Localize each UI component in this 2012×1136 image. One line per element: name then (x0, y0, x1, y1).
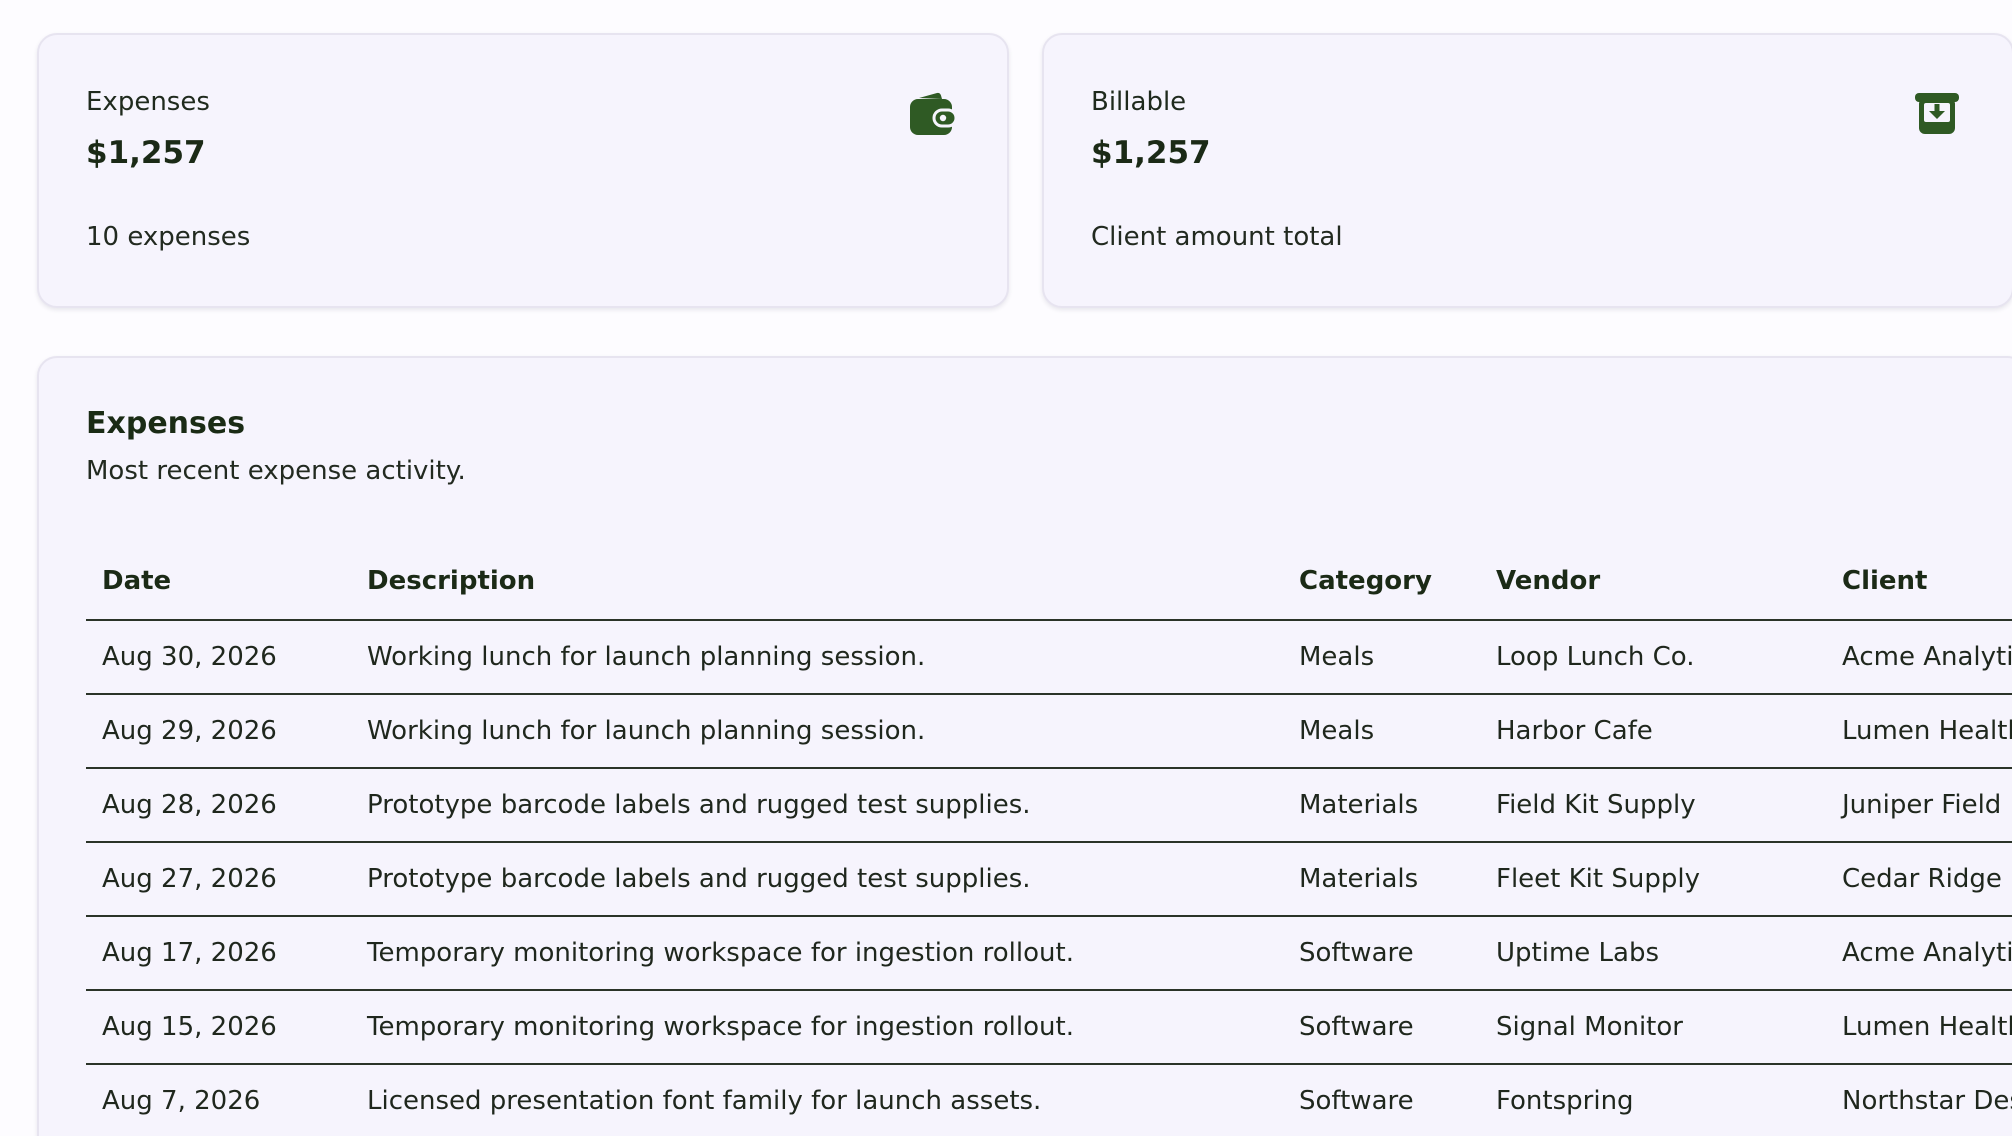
cell-vendor: Fontspring (1480, 1064, 1826, 1136)
table-row[interactable]: Aug 7, 2026 Licensed presentation font f… (86, 1064, 2012, 1136)
cell-description: Working lunch for launch planning sessio… (351, 694, 1283, 769)
cell-category: Software (1283, 1064, 1480, 1136)
table-row[interactable]: Aug 15, 2026 Temporary monitoring worksp… (86, 990, 2012, 1065)
cell-client: Northstar Des (1826, 1064, 2012, 1136)
cell-description: Temporary monitoring workspace for inges… (351, 916, 1283, 991)
cell-description: Temporary monitoring workspace for inges… (351, 990, 1283, 1065)
cell-category: Software (1283, 990, 1480, 1065)
expenses-section-title: Expenses (86, 406, 246, 441)
cell-client: Lumen Health (1826, 990, 2012, 1065)
expenses-summary-label: Expenses (86, 87, 210, 117)
billable-summary-value: $1,257 (1091, 135, 1211, 171)
table-row[interactable]: Aug 28, 2026 Prototype barcode labels an… (86, 768, 2012, 843)
cell-description: Prototype barcode labels and rugged test… (351, 768, 1283, 843)
cell-date: Aug 15, 2026 (86, 990, 351, 1065)
cell-description: Working lunch for launch planning sessio… (351, 620, 1283, 695)
cell-category: Materials (1283, 768, 1480, 843)
table-row[interactable]: Aug 17, 2026 Temporary monitoring worksp… (86, 916, 2012, 991)
cell-client: Acme Analyti (1826, 620, 2012, 695)
expenses-summary-count: 10 expenses (86, 222, 251, 252)
cell-description: Prototype barcode labels and rugged test… (351, 842, 1283, 917)
cell-client: Lumen Health (1826, 694, 2012, 769)
cell-vendor: Signal Monitor (1480, 990, 1826, 1065)
cell-date: Aug 30, 2026 (86, 620, 351, 695)
cell-client: Acme Analyti (1826, 916, 2012, 991)
table-row[interactable]: Aug 27, 2026 Prototype barcode labels an… (86, 842, 2012, 917)
table-header-row: Date Description Category Vendor Client (86, 543, 2012, 621)
cell-category: Materials (1283, 842, 1480, 917)
column-header-client[interactable]: Client (1826, 543, 2012, 621)
cell-vendor: Harbor Cafe (1480, 694, 1826, 769)
cell-date: Aug 27, 2026 (86, 842, 351, 917)
cell-vendor: Fleet Kit Supply (1480, 842, 1826, 917)
cell-category: Meals (1283, 694, 1480, 769)
table-row[interactable]: Aug 29, 2026 Working lunch for launch pl… (86, 694, 2012, 769)
expenses-table-card: Expenses Most recent expense activity. D… (37, 356, 2012, 1136)
cell-vendor: Field Kit Supply (1480, 768, 1826, 843)
billable-summary-subtext: Client amount total (1091, 222, 1343, 252)
expenses-page: Expenses $1,257 10 expenses Billable $1,… (0, 0, 2012, 1136)
cell-date: Aug 29, 2026 (86, 694, 351, 769)
cell-description: Licensed presentation font family for la… (351, 1064, 1283, 1136)
inbox-download-icon (1912, 89, 1962, 139)
cell-category: Meals (1283, 620, 1480, 695)
cell-vendor: Loop Lunch Co. (1480, 620, 1826, 695)
cell-date: Aug 28, 2026 (86, 768, 351, 843)
column-header-category[interactable]: Category (1283, 543, 1480, 621)
billable-summary-card: Billable $1,257 Client amount total (1042, 33, 2012, 308)
cell-client: Juniper Field (1826, 768, 2012, 843)
column-header-date[interactable]: Date (86, 543, 351, 621)
wallet-icon (907, 89, 958, 139)
expenses-table: Date Description Category Vendor Client … (86, 543, 2012, 1136)
cell-date: Aug 7, 2026 (86, 1064, 351, 1136)
expenses-summary-value: $1,257 (86, 135, 206, 171)
cell-client: Cedar Ridge (1826, 842, 2012, 917)
cell-date: Aug 17, 2026 (86, 916, 351, 991)
column-header-description[interactable]: Description (351, 543, 1283, 621)
expenses-section-subtitle: Most recent expense activity. (86, 456, 466, 486)
cell-category: Software (1283, 916, 1480, 991)
expenses-summary-card: Expenses $1,257 10 expenses (37, 33, 1009, 308)
column-header-vendor[interactable]: Vendor (1480, 543, 1826, 621)
billable-summary-label: Billable (1091, 87, 1187, 117)
cell-vendor: Uptime Labs (1480, 916, 1826, 991)
table-row[interactable]: Aug 30, 2026 Working lunch for launch pl… (86, 620, 2012, 695)
